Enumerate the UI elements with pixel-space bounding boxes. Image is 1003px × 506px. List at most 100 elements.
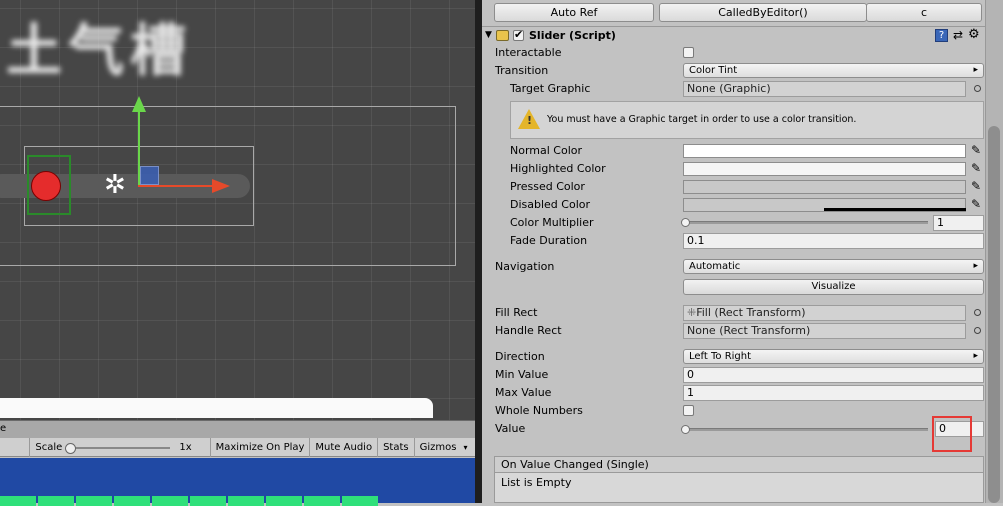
navigation-dropdown[interactable]: Automatic ▸ xyxy=(683,259,984,274)
c-button[interactable]: c xyxy=(866,3,982,22)
min-value-label: Min Value xyxy=(495,368,549,381)
warning-icon-mark: ! xyxy=(527,114,533,127)
highlighted-color-label: Highlighted Color xyxy=(510,162,606,175)
navigation-value: Automatic xyxy=(689,261,741,272)
direction-value: Left To Right xyxy=(689,351,752,362)
game-viewport[interactable] xyxy=(0,458,475,506)
move-x-axis[interactable] xyxy=(138,185,216,187)
whole-numbers-checkbox[interactable] xyxy=(683,405,694,416)
pressed-color-field[interactable] xyxy=(683,180,966,194)
game-tile xyxy=(266,496,302,506)
preset-icon[interactable]: ⇄ xyxy=(953,28,963,42)
slider-handle[interactable] xyxy=(31,171,61,201)
transition-dropdown[interactable]: Color Tint ▸ xyxy=(683,63,984,78)
rect-transform-icon: ⁜ xyxy=(687,306,697,319)
handle-rect-field[interactable]: None (Rect Transform) xyxy=(683,323,966,339)
handle-rect-label: Handle Rect xyxy=(495,324,562,337)
dropdown-arrow-icon: ▸ xyxy=(973,65,978,75)
gear-icon[interactable]: ⚙ xyxy=(968,27,980,42)
scrollbar-thumb[interactable] xyxy=(988,126,1000,503)
fade-duration-input[interactable]: 0.1 xyxy=(683,233,984,249)
display-dropdown[interactable] xyxy=(0,437,31,457)
maximize-on-play-toggle[interactable]: Maximize On Play xyxy=(211,437,311,457)
game-tile xyxy=(190,496,226,506)
eyedropper-icon[interactable]: ✎ xyxy=(971,197,981,211)
list-empty-label: List is Empty xyxy=(501,476,572,489)
color-multiplier-slider-thumb[interactable] xyxy=(681,218,690,227)
value-label: Value xyxy=(495,422,526,435)
book-icon[interactable]: ? xyxy=(935,29,948,42)
on-value-changed-label: On Value Changed (Single) xyxy=(501,458,649,471)
called-by-editor-button[interactable]: CalledByEditor() xyxy=(659,3,867,22)
color-multiplier-label: Color Multiplier xyxy=(510,216,594,229)
scene-view[interactable]: 土气槽 ✲ xyxy=(0,0,475,420)
direction-label: Direction xyxy=(495,350,545,363)
move-x-arrow-icon[interactable] xyxy=(212,179,230,193)
interactable-label: Interactable xyxy=(495,46,562,59)
component-enabled-checkbox[interactable]: ✔ xyxy=(513,28,524,41)
value-highlight-box xyxy=(932,416,972,452)
move-plane-handle[interactable] xyxy=(140,166,159,185)
scale-slider-thumb[interactable] xyxy=(65,442,77,454)
fade-duration-label: Fade Duration xyxy=(510,234,588,247)
transition-value: Color Tint xyxy=(689,65,738,76)
highlighted-color-field[interactable] xyxy=(683,162,966,176)
gizmos-dropdown[interactable]: Gizmos xyxy=(415,438,462,457)
script-icon xyxy=(496,30,509,41)
game-tile xyxy=(228,496,264,506)
dropdown-arrow-icon: ▸ xyxy=(973,261,978,271)
navigation-label: Navigation xyxy=(495,260,555,273)
game-tile xyxy=(76,496,112,506)
eyedropper-icon[interactable]: ✎ xyxy=(971,161,981,175)
target-graphic-field[interactable]: None (Graphic) xyxy=(683,81,966,97)
scale-value: 1x xyxy=(179,441,192,453)
value-slider-track[interactable] xyxy=(685,428,928,431)
disabled-color-field[interactable] xyxy=(683,198,966,212)
stats-toggle[interactable]: Stats xyxy=(378,437,415,457)
warning-text: You must have a Graphic target in order … xyxy=(547,114,857,125)
max-value-label: Max Value xyxy=(495,386,552,399)
game-tile xyxy=(342,496,378,506)
header-divider xyxy=(482,26,985,27)
normal-color-field[interactable] xyxy=(683,144,966,158)
foldout-arrow-icon[interactable]: ▼ xyxy=(485,30,492,40)
mute-audio-toggle[interactable]: Mute Audio xyxy=(310,437,379,457)
direction-dropdown[interactable]: Left To Right ▸ xyxy=(683,349,984,364)
scale-label: Scale xyxy=(35,441,63,453)
object-picker-icon[interactable] xyxy=(974,85,981,92)
auto-ref-button[interactable]: Auto Ref xyxy=(494,3,654,22)
move-y-arrow-icon[interactable] xyxy=(132,96,146,112)
fill-rect-field[interactable]: ⁜Fill (Rect Transform) xyxy=(683,305,966,321)
scale-control[interactable]: Scale 1x xyxy=(30,437,211,457)
pivot-icon[interactable]: ✲ xyxy=(104,172,126,198)
eyedropper-icon[interactable]: ✎ xyxy=(971,179,981,193)
min-value-input[interactable]: 0 xyxy=(683,367,984,383)
game-tab-bar: e xyxy=(0,420,475,438)
disabled-color-label: Disabled Color xyxy=(510,198,591,211)
game-tile xyxy=(152,496,188,506)
scale-slider-track[interactable] xyxy=(70,446,171,449)
game-toolbar: Scale 1x Maximize On Play Mute Audio Sta… xyxy=(0,437,475,457)
gizmos-arrow-icon[interactable]: ▾ xyxy=(461,438,475,457)
max-value-input[interactable]: 1 xyxy=(683,385,984,401)
visualize-button[interactable]: Visualize xyxy=(683,279,984,295)
target-graphic-label: Target Graphic xyxy=(510,82,591,95)
component-title: Slider (Script) xyxy=(529,29,616,42)
eyedropper-icon[interactable]: ✎ xyxy=(971,143,981,157)
object-picker-icon[interactable] xyxy=(974,327,981,334)
color-multiplier-slider-track[interactable] xyxy=(685,221,928,224)
warning-box: ! You must have a Graphic target in orde… xyxy=(510,101,984,139)
normal-color-label: Normal Color xyxy=(510,144,583,157)
game-tile xyxy=(304,496,340,506)
scene-title-text: 土气槽 xyxy=(6,19,192,84)
on-value-changed-header: On Value Changed (Single) xyxy=(494,456,984,473)
value-slider-thumb[interactable] xyxy=(681,425,690,434)
game-tab-fragment[interactable]: e xyxy=(0,423,6,434)
object-picker-icon[interactable] xyxy=(974,309,981,316)
fill-rect-value: Fill (Rect Transform) xyxy=(696,306,806,319)
pressed-color-label: Pressed Color xyxy=(510,180,585,193)
panel-splitter[interactable] xyxy=(475,0,482,503)
interactable-checkbox[interactable] xyxy=(683,47,694,58)
color-multiplier-input[interactable]: 1 xyxy=(933,215,984,231)
alpha-bar xyxy=(824,208,966,211)
